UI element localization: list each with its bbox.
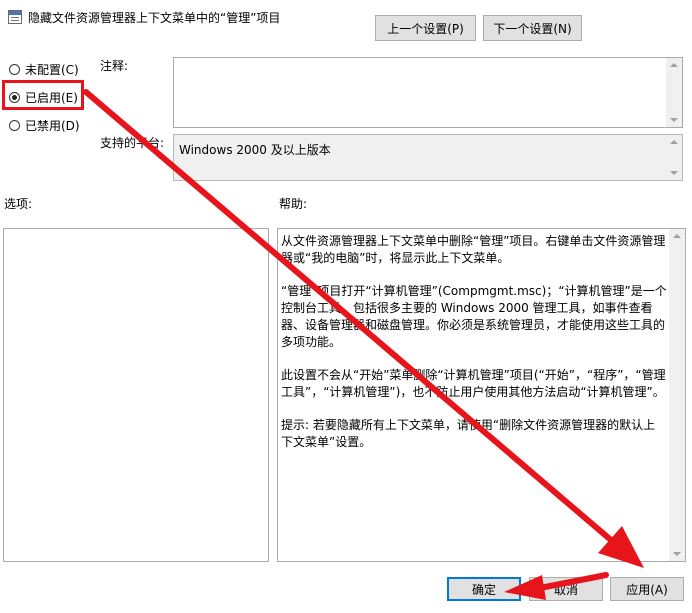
arrow-line-diagonal [83, 89, 621, 549]
annotation-arrows [83, 89, 644, 600]
arrow-line-horizontal [537, 572, 609, 591]
arrow-head-horizontal [504, 575, 546, 600]
